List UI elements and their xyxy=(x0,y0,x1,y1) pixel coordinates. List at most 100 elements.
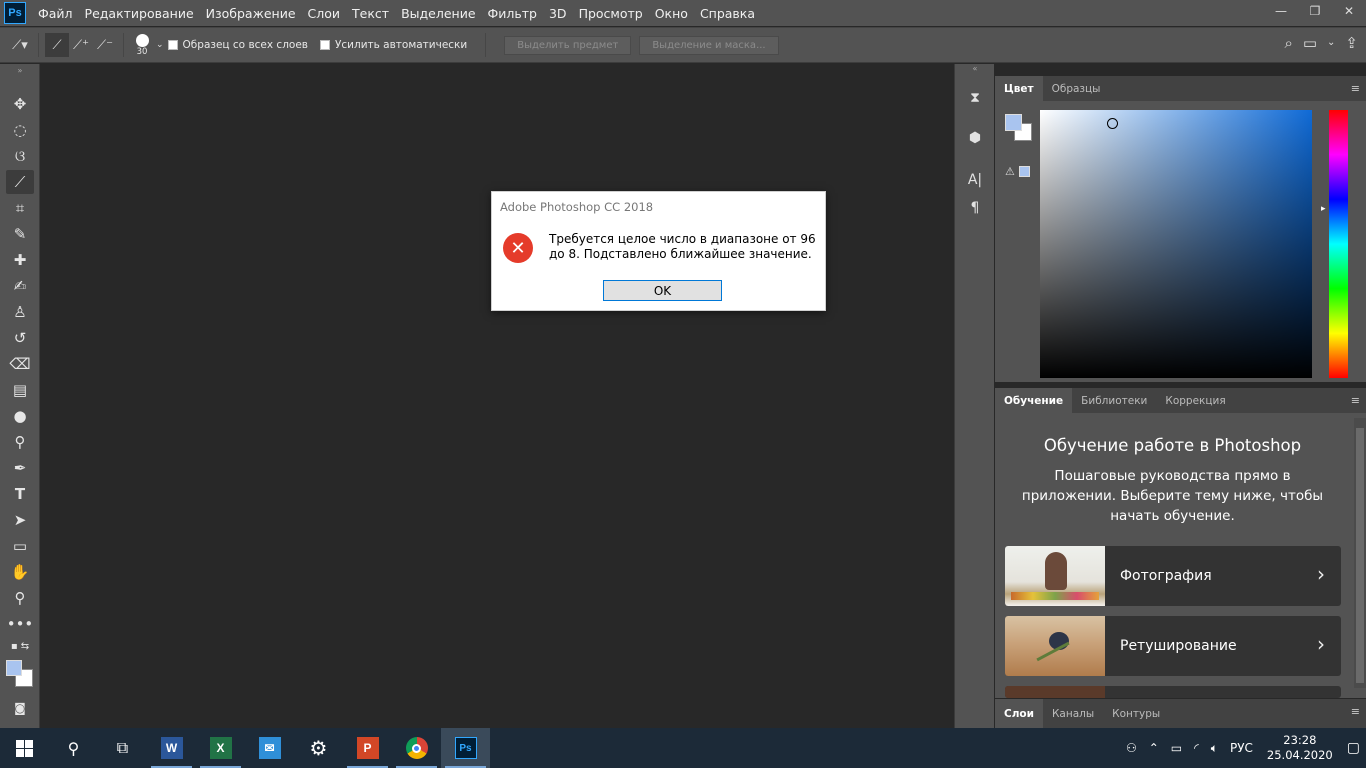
taskbar-app-chrome[interactable] xyxy=(392,728,441,768)
show-hidden-icons-icon[interactable]: ⌃ xyxy=(1143,741,1165,755)
menu-select[interactable]: Выделение xyxy=(395,6,481,21)
crop-tool-icon[interactable]: ⌗ xyxy=(6,196,34,220)
search-icon[interactable]: ⚲ xyxy=(49,728,98,768)
hue-slider[interactable] xyxy=(1329,110,1348,378)
menu-edit[interactable]: Редактирование xyxy=(79,6,200,21)
panel-menu-icon[interactable]: ≡ xyxy=(1351,705,1360,718)
taskbar-app-settings[interactable]: ⚙ xyxy=(294,728,343,768)
menu-help[interactable]: Справка xyxy=(694,6,761,21)
tab-layers[interactable]: Слои xyxy=(995,699,1043,728)
color-picker-cursor[interactable] xyxy=(1107,118,1118,129)
menu-filter[interactable]: Фильтр xyxy=(482,6,543,21)
select-subject-button[interactable]: Выделить предмет xyxy=(504,35,632,55)
learn-card-partial[interactable] xyxy=(1005,686,1341,698)
rectangle-tool-icon[interactable]: ▭ xyxy=(6,534,34,558)
learn-scrollbar[interactable] xyxy=(1354,418,1366,688)
collapse-arrows-icon[interactable]: » xyxy=(6,66,34,75)
tab-channels[interactable]: Каналы xyxy=(1043,699,1103,728)
chevron-down-icon[interactable]: ⌄ xyxy=(156,40,164,50)
start-button[interactable] xyxy=(0,728,49,768)
restore-button[interactable]: ❐ xyxy=(1298,0,1332,22)
search-icon[interactable]: ⌕ xyxy=(1284,34,1292,52)
foreground-color-swatch[interactable] xyxy=(6,660,22,676)
learn-card-photography[interactable]: Фотография › xyxy=(1005,546,1341,606)
photoshop-logo[interactable]: Ps xyxy=(4,2,26,24)
share-icon[interactable]: ⇪ xyxy=(1345,34,1358,52)
move-tool-icon[interactable]: ✥ xyxy=(6,92,34,116)
eyedropper-tool-icon[interactable]: ✎ xyxy=(6,222,34,246)
clone-stamp-tool-icon[interactable]: ♙ xyxy=(6,300,34,324)
menu-image[interactable]: Изображение xyxy=(200,6,302,21)
gradient-tool-icon[interactable]: ▤ xyxy=(6,378,34,402)
character-panel-icon[interactable]: A| xyxy=(963,168,987,192)
zoom-tool-icon[interactable]: ⚲ xyxy=(6,586,34,610)
more-tools-icon[interactable]: ••• xyxy=(6,612,34,636)
select-and-mask-button[interactable]: Выделение и маска... xyxy=(639,35,779,55)
menu-file[interactable]: Файл xyxy=(32,6,79,21)
tab-paths[interactable]: Контуры xyxy=(1103,699,1169,728)
menu-view[interactable]: Просмотр xyxy=(573,6,649,21)
tab-learn[interactable]: Обучение xyxy=(995,388,1073,413)
notifications-icon[interactable]: ▢ xyxy=(1341,740,1366,756)
healing-brush-tool-icon[interactable]: ✚ xyxy=(6,248,34,272)
out-of-gamut-warning-icon[interactable]: ⚠ xyxy=(1005,165,1015,178)
language-indicator[interactable]: РУС xyxy=(1224,741,1259,755)
pen-tool-icon[interactable]: ✒ xyxy=(6,456,34,480)
eraser-tool-icon[interactable]: ⌫ xyxy=(6,352,34,376)
dodge-tool-icon[interactable]: ⚲ xyxy=(6,430,34,454)
document-canvas-area[interactable] xyxy=(41,64,953,728)
tab-color[interactable]: Цвет xyxy=(995,76,1043,101)
foreground-color-swatch[interactable] xyxy=(1005,114,1022,131)
menu-3d[interactable]: 3D xyxy=(543,6,573,21)
panel-menu-icon[interactable]: ≡ xyxy=(1351,82,1360,95)
collapse-arrows-icon[interactable]: « xyxy=(955,64,995,73)
saturation-brightness-field[interactable] xyxy=(1040,110,1312,378)
gamut-color-swatch[interactable] xyxy=(1019,166,1030,177)
checkbox-box[interactable] xyxy=(167,40,178,50)
history-brush-tool-icon[interactable]: ↺ xyxy=(6,326,34,350)
volume-icon[interactable]: 🔈︎ xyxy=(1205,741,1224,756)
close-button[interactable]: ✕ xyxy=(1332,0,1366,22)
tab-libraries[interactable]: Библиотеки xyxy=(1072,388,1156,413)
tool-preset-picker[interactable]: ⟋▾ xyxy=(8,33,32,57)
taskbar-app-word[interactable]: W xyxy=(147,728,196,768)
taskbar-app-outlook[interactable]: ✉ xyxy=(245,728,294,768)
menu-layers[interactable]: Слои xyxy=(302,6,347,21)
people-icon[interactable]: ⚇ xyxy=(1120,741,1143,755)
3d-panel-icon[interactable]: ⬢ xyxy=(963,126,987,150)
swap-colors-icon[interactable]: ▪ ⇆ xyxy=(6,638,34,654)
brush-tool-icon[interactable]: ✍ xyxy=(6,274,34,298)
checkbox-box[interactable] xyxy=(319,40,330,50)
marquee-tool-icon[interactable]: ◌ xyxy=(6,118,34,142)
panel-menu-icon[interactable]: ≡ xyxy=(1351,394,1360,407)
quick-mask-icon[interactable]: ◙ xyxy=(6,696,34,720)
history-panel-icon[interactable]: ⧗ xyxy=(963,86,987,110)
tab-swatches[interactable]: Образцы xyxy=(1043,76,1110,101)
sample-all-layers-checkbox[interactable]: Образец со всех слоев xyxy=(167,39,308,51)
hue-slider-handle[interactable]: ▸ xyxy=(1321,204,1326,214)
taskbar-app-photoshop[interactable]: Ps xyxy=(441,728,490,768)
lasso-tool-icon[interactable]: ଓ xyxy=(6,144,34,168)
new-selection-brush-icon[interactable]: ⟋ xyxy=(45,33,69,57)
clock[interactable]: 23:28 25.04.2020 xyxy=(1259,733,1341,763)
taskbar-app-excel[interactable]: X xyxy=(196,728,245,768)
add-selection-brush-icon[interactable]: ⟋⁺ xyxy=(69,33,93,57)
blur-tool-icon[interactable]: ● xyxy=(6,404,34,428)
workspace-icon[interactable]: ▭ xyxy=(1303,34,1317,52)
subtract-selection-brush-icon[interactable]: ⟋⁻ xyxy=(93,33,117,57)
tab-adjustments[interactable]: Коррекция xyxy=(1156,388,1234,413)
auto-enhance-checkbox[interactable]: Усилить автоматически xyxy=(319,39,467,51)
brush-size-picker[interactable]: 30 xyxy=(130,33,154,57)
path-selection-tool-icon[interactable]: ➤ xyxy=(6,508,34,532)
menu-type[interactable]: Текст xyxy=(346,6,395,21)
scrollbar-thumb[interactable] xyxy=(1356,428,1364,683)
minimize-button[interactable]: — xyxy=(1264,0,1298,22)
battery-icon[interactable]: ▭ xyxy=(1165,741,1188,755)
chevron-down-icon[interactable]: ⌄ xyxy=(1327,34,1335,52)
learn-card-retouching[interactable]: Ретуширование › xyxy=(1005,616,1341,676)
ok-button[interactable]: OK xyxy=(603,280,722,301)
menu-window[interactable]: Окно xyxy=(649,6,694,21)
type-tool-icon[interactable]: T xyxy=(6,482,34,506)
task-view-icon[interactable]: ⧉ xyxy=(98,728,147,768)
taskbar-app-powerpoint[interactable]: P xyxy=(343,728,392,768)
